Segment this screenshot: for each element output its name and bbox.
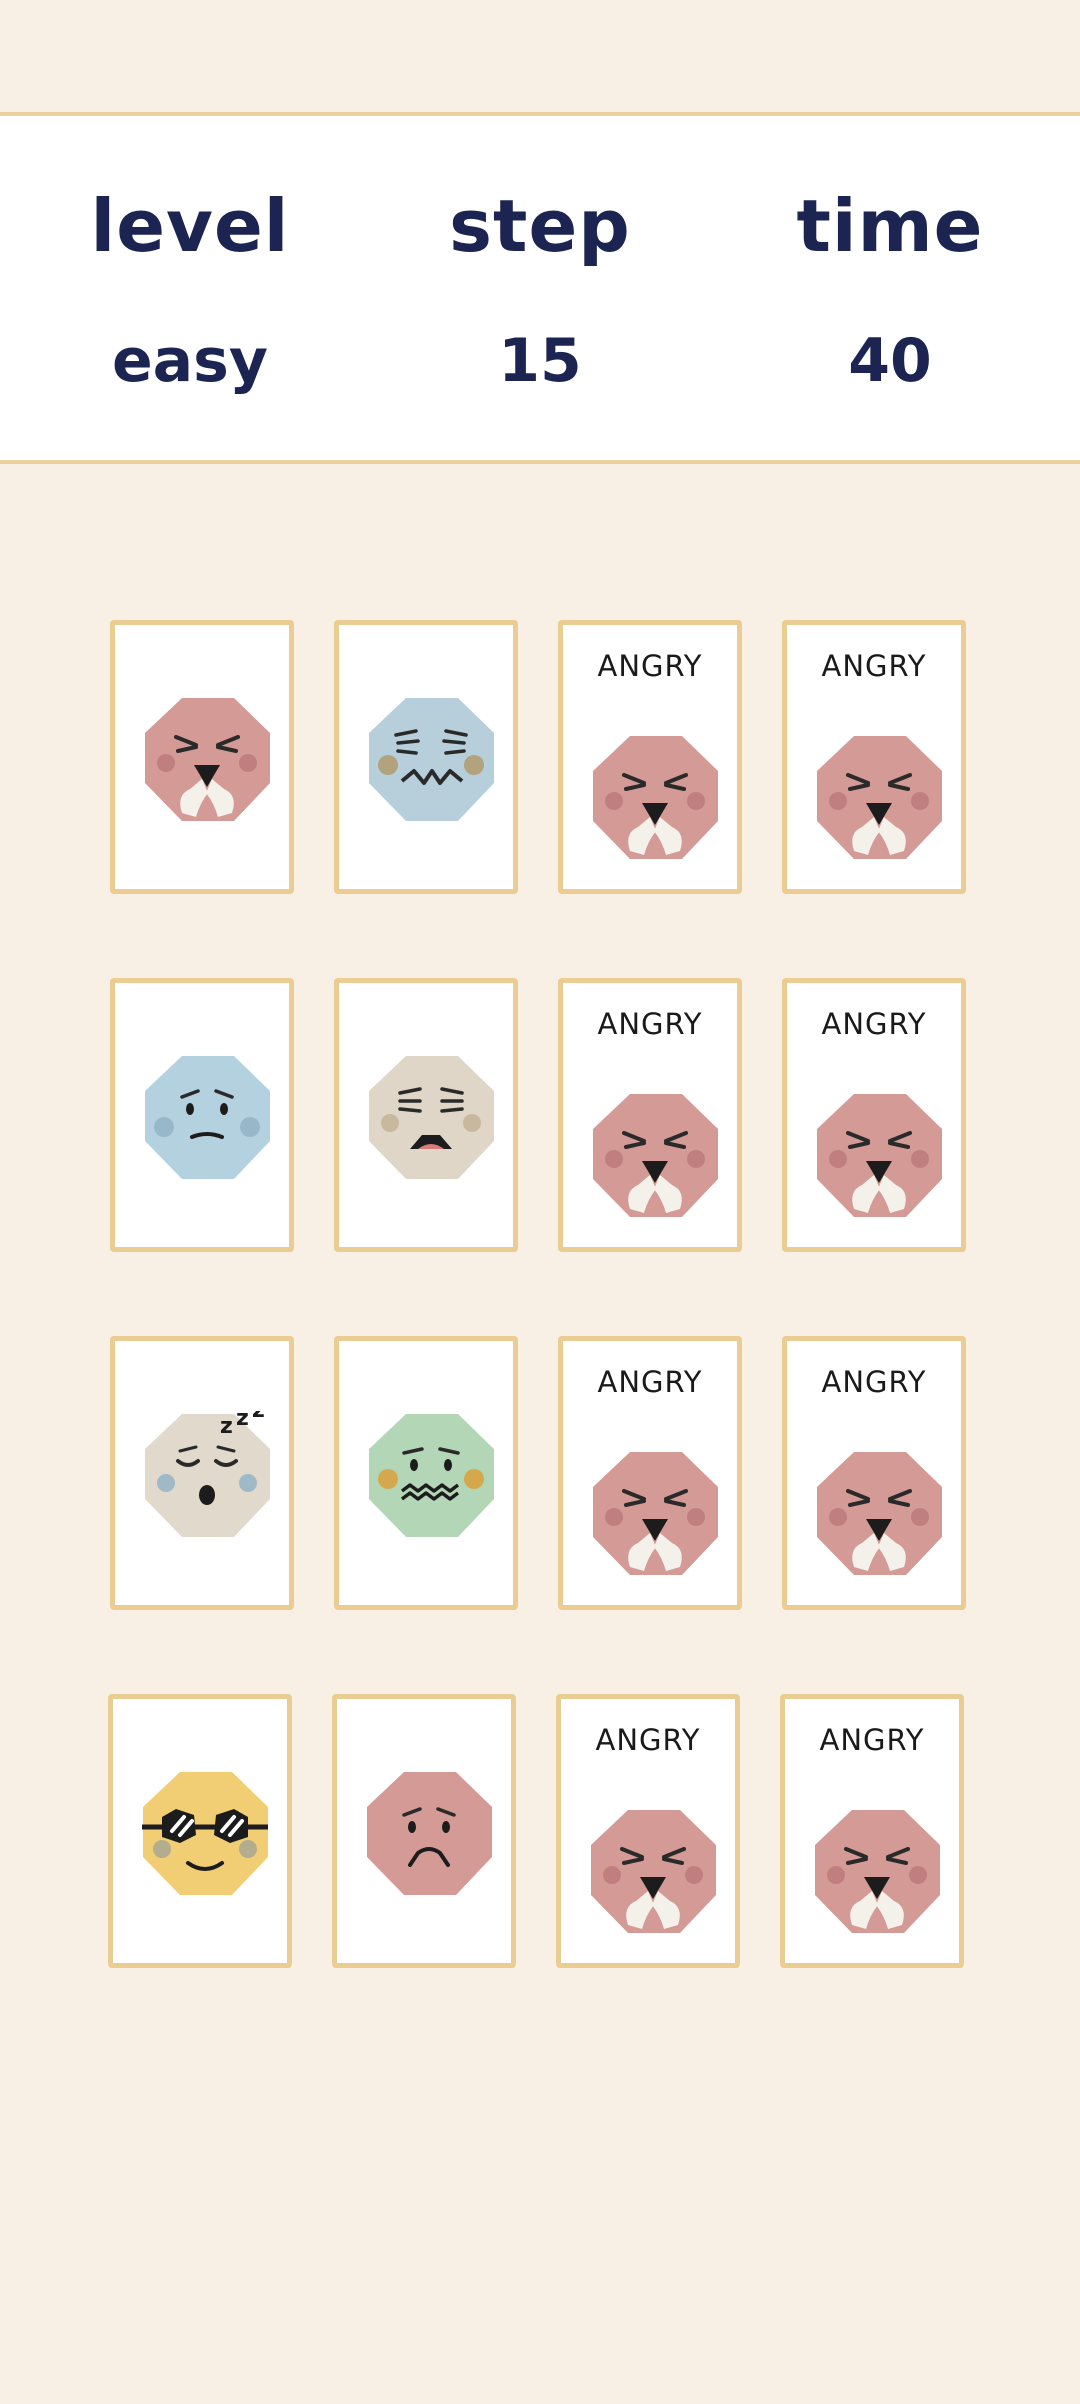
memory-card[interactable] [332, 1694, 516, 1968]
angry-face-icon [145, 698, 270, 821]
cool-sunglasses-face-icon [142, 1772, 268, 1895]
svg-text:z: z [236, 1411, 249, 1431]
frown-face-icon [367, 1772, 492, 1895]
memory-card[interactable]: ANGRY [782, 978, 966, 1252]
memory-card[interactable] [334, 620, 518, 894]
card-label: ANGRY [597, 1365, 703, 1399]
card-label: ANGRY [821, 1007, 927, 1041]
angry-face-icon [593, 736, 718, 859]
memory-card[interactable]: ANGRY [782, 620, 966, 894]
card-label: ANGRY [819, 1723, 925, 1757]
angry-face-icon [815, 1810, 940, 1933]
memory-card[interactable]: ANGRY [558, 620, 742, 894]
card-label: ANGRY [597, 1007, 703, 1041]
angry-face-icon [817, 1452, 942, 1575]
angry-face-icon [817, 736, 942, 859]
memory-card[interactable] [110, 620, 294, 894]
card-label: ANGRY [821, 649, 927, 683]
scared-face-icon [369, 1056, 494, 1179]
card-label: ANGRY [597, 649, 703, 683]
memory-card[interactable] [108, 1694, 292, 1968]
memory-card[interactable] [110, 978, 294, 1252]
angry-face-icon [593, 1452, 718, 1575]
memory-card[interactable]: ANGRY [556, 1694, 740, 1968]
angry-face-icon [591, 1810, 716, 1933]
angry-face-icon [593, 1094, 718, 1217]
card-label: ANGRY [595, 1723, 701, 1757]
memory-card[interactable]: ANGRY [782, 1336, 966, 1610]
memory-card[interactable] [334, 1336, 518, 1610]
card-label: ANGRY [821, 1365, 927, 1399]
card-grid: ANGRY ANGRY ANGRY ANGRY z z ANGRY ANGRY … [0, 0, 1080, 2404]
angry-face-icon [817, 1094, 942, 1217]
memory-card[interactable]: z z z [110, 1336, 294, 1610]
memory-card[interactable]: ANGRY [558, 1336, 742, 1610]
svg-text:z: z [220, 1414, 233, 1439]
memory-card[interactable] [334, 978, 518, 1252]
svg-text:z: z [252, 1411, 265, 1423]
nauseous-face-icon [369, 1414, 494, 1537]
worried-face-icon [145, 1056, 270, 1179]
memory-card[interactable]: ANGRY [780, 1694, 964, 1968]
grimace-face-icon [369, 698, 494, 821]
sleepy-face-icon: z z z [145, 1411, 270, 1537]
memory-card[interactable]: ANGRY [558, 978, 742, 1252]
